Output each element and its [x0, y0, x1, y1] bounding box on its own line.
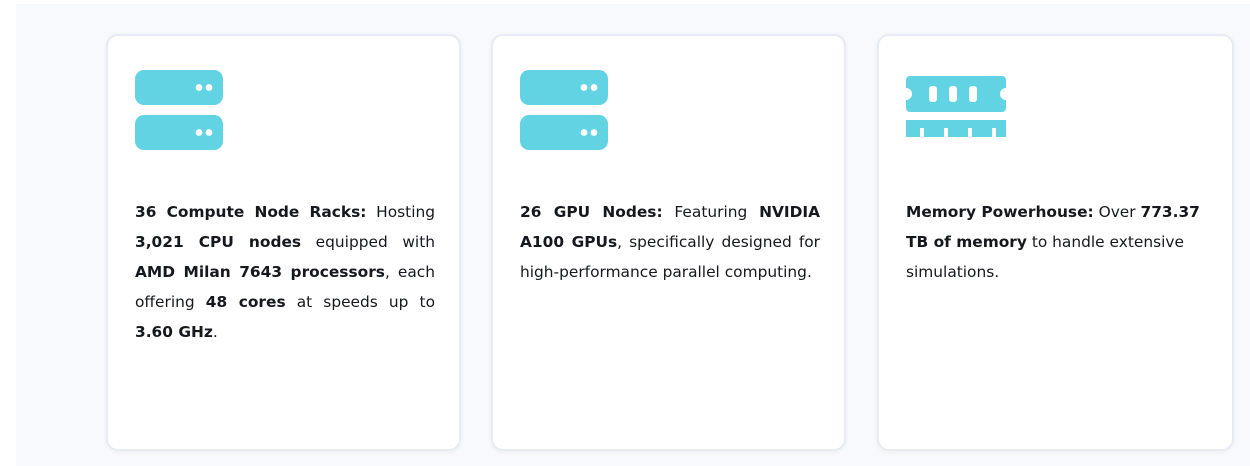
- feature-highlight: 3,021 CPU nodes: [135, 233, 302, 251]
- feature-text-part: Over: [1093, 203, 1141, 221]
- features-section: 36 Compute Node Racks: Hosting 3,021 CPU…: [16, 4, 1250, 466]
- feature-text-part: Hosting: [366, 203, 435, 221]
- feature-highlight: 48 cores: [205, 293, 286, 311]
- feature-text-gpu: 26 GPU Nodes: Featuring NVIDIA A100 GPUs…: [520, 197, 820, 287]
- feature-text-part: at speeds up to: [285, 293, 436, 311]
- feature-card-compute: 36 Compute Node Racks: Hosting 3,021 CPU…: [106, 34, 461, 451]
- feature-text-memory: Memory Powerhouse: Over 773.37 TB of mem…: [906, 197, 1211, 287]
- feature-text-compute: 36 Compute Node Racks: Hosting 3,021 CPU…: [135, 197, 435, 347]
- feature-text-part: Featuring: [662, 203, 760, 221]
- feature-heading: Memory Powerhouse:: [906, 203, 1094, 221]
- server-rack-icon: [520, 70, 608, 150]
- feature-text-part: .: [212, 323, 218, 341]
- memory-module-icon: [906, 76, 1006, 137]
- feature-card-gpu: 26 GPU Nodes: Featuring NVIDIA A100 GPUs…: [491, 34, 846, 451]
- feature-card-memory: Memory Powerhouse: Over 773.37 TB of mem…: [877, 34, 1234, 451]
- feature-highlight: 3.60 GHz: [135, 323, 213, 341]
- feature-highlight: AMD Milan 7643 processors: [135, 263, 385, 281]
- feature-heading: 26 GPU Nodes:: [520, 203, 663, 221]
- feature-text-part: equipped with: [301, 233, 435, 251]
- feature-heading: 36 Compute Node Racks:: [135, 203, 367, 221]
- server-rack-icon: [135, 70, 223, 150]
